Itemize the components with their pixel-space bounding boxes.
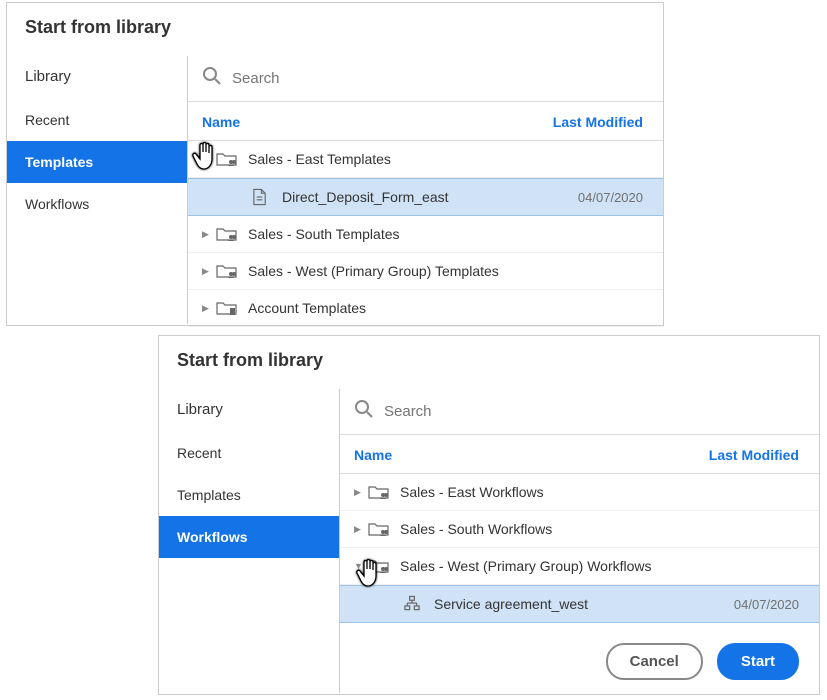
col-modified[interactable]: Last Modified [553,114,643,130]
folder-row[interactable]: ▶ Sales - East Workflows [340,474,819,511]
search-input[interactable] [232,70,649,87]
search-bar[interactable] [340,389,819,435]
workflow-icon [404,595,422,613]
folder-row[interactable]: ▶ Sales - South Workflows [340,511,819,548]
folder-icon [368,483,390,501]
sidebar-item-workflows[interactable]: Workflows [7,183,187,225]
chevron-right-icon[interactable]: ▶ [202,229,212,240]
library-dialog-templates: Start from library Library RecentTemplat… [6,2,664,326]
folder-icon [368,520,390,538]
col-name[interactable]: Name [354,447,392,463]
row-label: Sales - South Workflows [400,521,799,537]
folder-row[interactable]: ▶ Sales - South Templates [188,216,663,253]
chevron-right-icon[interactable]: ▶ [202,303,212,314]
sidebar-item-recent[interactable]: Recent [159,432,339,474]
folder-icon [368,557,390,575]
search-input[interactable] [384,403,805,420]
folder-row[interactable]: ▶ Sales - West (Primary Group) Templates [188,253,663,290]
search-bar[interactable] [188,56,663,102]
row-label: Sales - South Templates [248,226,643,242]
sidebar-heading: Library [7,60,187,99]
chevron-right-icon[interactable]: ▶ [202,266,212,277]
folder-icon [216,262,238,280]
dialog-title: Start from library [159,336,819,389]
chevron-down-icon[interactable]: ▼ [354,561,364,571]
chevron-right-icon[interactable]: ▶ [354,487,364,498]
document-icon [252,188,270,206]
dialog-title: Start from library [7,3,663,56]
col-name[interactable]: Name [202,114,240,130]
library-dialog-workflows: Start from library Library RecentTemplat… [158,335,820,695]
chevron-down-icon[interactable]: ▼ [202,154,212,164]
list-item[interactable]: Direct_Deposit_Form_east04/07/2020 [188,178,663,216]
dialog-footer: Cancel Start [606,643,799,680]
sidebar-item-templates[interactable]: Templates [159,474,339,516]
col-modified[interactable]: Last Modified [709,447,799,463]
row-label: Sales - West (Primary Group) Templates [248,263,643,279]
row-date: 04/07/2020 [734,597,799,612]
rows-b: ▶ Sales - East Workflows ▶ Sales - South Wo… [340,474,819,623]
folder-icon [216,150,238,168]
column-headers: Name Last Modified [340,435,819,474]
list-item[interactable]: Service agreement_west04/07/2020 [340,585,819,623]
row-label: Account Templates [248,300,643,316]
sidebar-item-templates[interactable]: Templates [7,141,187,183]
rows-a: ▼ Sales - East Templates Direct_Deposit_Fo… [188,141,663,327]
row-label: Sales - East Workflows [400,484,799,500]
column-headers: Name Last Modified [188,102,663,141]
row-date: 04/07/2020 [578,190,643,205]
sidebar-item-recent[interactable]: Recent [7,99,187,141]
start-button[interactable]: Start [717,643,799,680]
folder-row[interactable]: ▼ Sales - East Templates [188,141,663,178]
sidebar-items-a: RecentTemplatesWorkflows [7,99,187,225]
folder-icon [216,225,238,243]
sidebar: Library RecentTemplatesWorkflows [159,389,339,693]
sidebar: Library RecentTemplatesWorkflows [7,56,187,324]
row-label: Direct_Deposit_Form_east [282,189,578,205]
folder-icon [216,299,238,317]
cancel-button[interactable]: Cancel [606,643,703,680]
sidebar-heading: Library [159,393,339,432]
sidebar-item-workflows[interactable]: Workflows [159,516,339,558]
chevron-right-icon[interactable]: ▶ [354,524,364,535]
row-label: Service agreement_west [434,596,734,612]
search-icon [354,399,374,424]
row-label: Sales - West (Primary Group) Workflows [400,558,799,574]
folder-row[interactable]: ▼ Sales - West (Primary Group) Workflows [340,548,819,585]
sidebar-items-b: RecentTemplatesWorkflows [159,432,339,558]
row-label: Sales - East Templates [248,151,643,167]
content-panel: Name Last Modified ▼ Sales - East Templat… [187,56,663,324]
folder-row[interactable]: ▶ Account Templates [188,290,663,327]
search-icon [202,66,222,91]
